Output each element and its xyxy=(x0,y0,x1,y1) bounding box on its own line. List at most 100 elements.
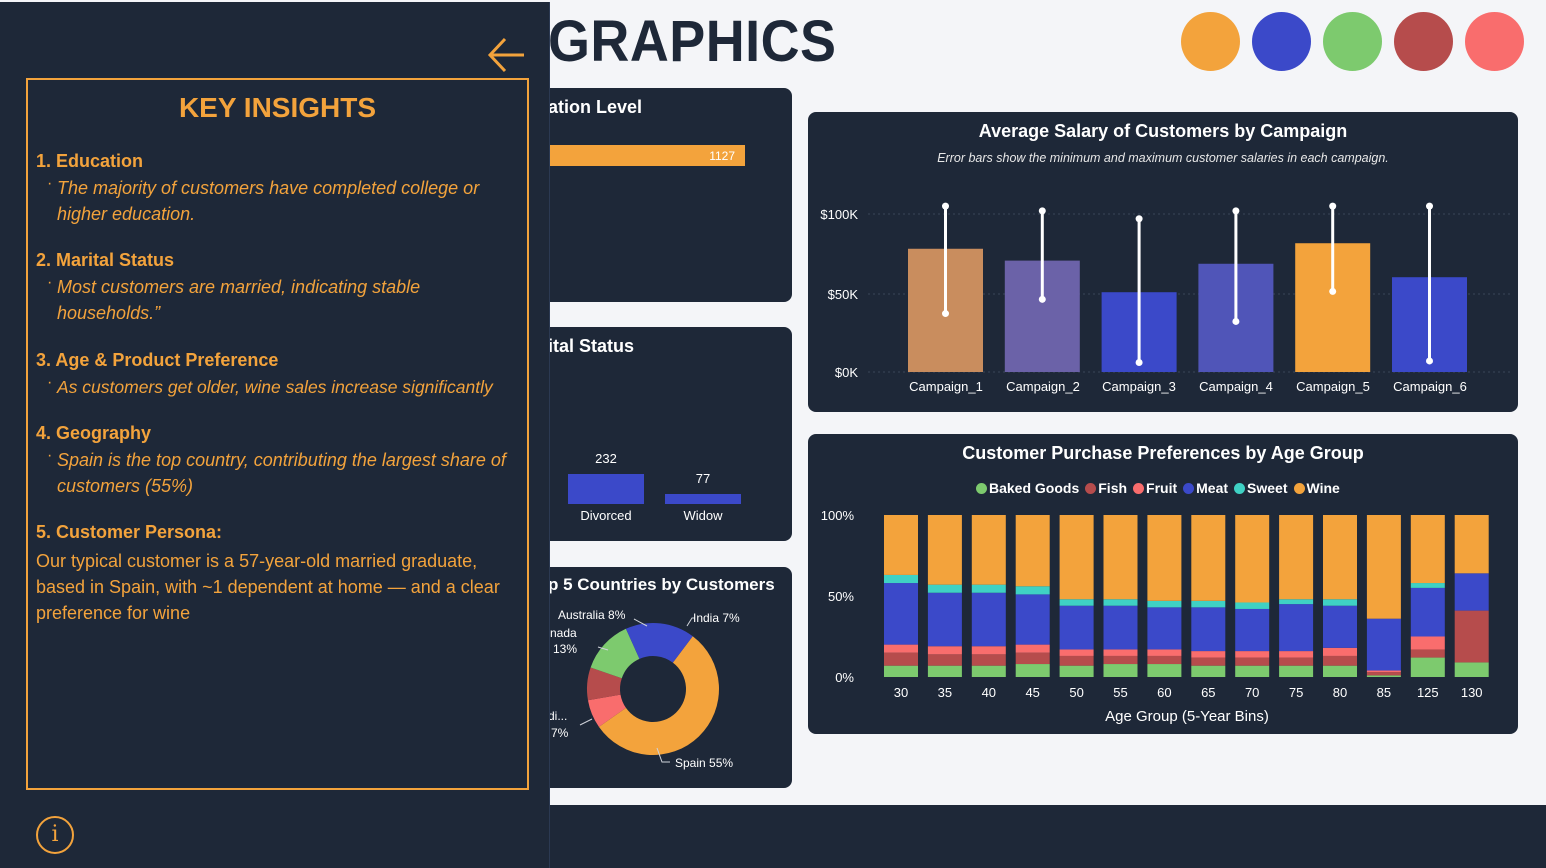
salary-error-min xyxy=(942,310,949,318)
purchase-xtick-label: 35 xyxy=(938,685,952,700)
purchase-bar-segment[interactable] xyxy=(1279,657,1314,666)
purchase-bar-segment[interactable] xyxy=(971,592,1006,647)
purchase-bar-segment[interactable] xyxy=(1235,515,1270,603)
purchase-bar-segment[interactable] xyxy=(1410,515,1445,584)
purchase-bar-segment[interactable] xyxy=(1454,662,1489,677)
purchase-bar-segment[interactable] xyxy=(1191,607,1226,652)
purchase-bar-segment[interactable] xyxy=(1059,655,1094,666)
purchase-bar-segment[interactable] xyxy=(1191,651,1226,658)
purchase-bar-segment[interactable] xyxy=(1323,655,1357,666)
purchase-bar-segment[interactable] xyxy=(1103,605,1138,650)
purchase-bar-segment[interactable] xyxy=(927,515,962,585)
purchase-bar-segment[interactable] xyxy=(971,654,1006,666)
theme-color-blue[interactable] xyxy=(1252,12,1311,71)
purchase-bar-segment[interactable] xyxy=(1103,649,1138,656)
purchase-bar-segment[interactable] xyxy=(971,665,1006,677)
purchase-bar-segment[interactable] xyxy=(884,644,918,653)
purchase-bar-segment[interactable] xyxy=(1323,605,1357,648)
theme-color-red[interactable] xyxy=(1465,12,1524,71)
back-arrow-button[interactable] xyxy=(486,35,528,75)
purchase-bar-segment[interactable] xyxy=(1410,587,1445,637)
purchase-bar-segment[interactable] xyxy=(1191,665,1226,677)
purchase-bar-segment[interactable] xyxy=(1191,657,1226,666)
purchase-bar-segment[interactable] xyxy=(1059,649,1094,656)
purchase-bar-segment[interactable] xyxy=(1410,583,1445,588)
purchase-bar-segment[interactable] xyxy=(884,574,918,584)
salary-error-max xyxy=(1038,207,1046,215)
purchase-bar-segment[interactable] xyxy=(1059,665,1094,677)
purchase-bar-segment[interactable] xyxy=(1410,636,1445,650)
theme-color-green[interactable] xyxy=(1323,12,1382,71)
purchase-bar-segment[interactable] xyxy=(1191,600,1226,608)
marital-bar-divorced[interactable] xyxy=(568,474,644,504)
purchase-bar-segment[interactable] xyxy=(1366,675,1401,677)
purchase-bar-segment[interactable] xyxy=(1235,657,1270,666)
purchase-bar-segment[interactable] xyxy=(1454,573,1489,611)
purchase-bar-segment[interactable] xyxy=(1103,664,1138,677)
purchase-bar-segment[interactable] xyxy=(927,584,962,593)
purchase-bar-segment[interactable] xyxy=(1279,651,1314,658)
salary-ytick-100k: $100K xyxy=(820,207,858,222)
purchase-bar-segment[interactable] xyxy=(1147,655,1182,665)
purchase-bar-segment[interactable] xyxy=(1103,655,1138,665)
purchase-xtick-label: 75 xyxy=(1289,685,1303,700)
purchase-bar-segment[interactable] xyxy=(1366,670,1401,673)
purchase-bar-segment[interactable] xyxy=(1454,610,1489,663)
salary-xtick-label: Campaign_6 xyxy=(1393,379,1467,394)
purchase-bar-segment[interactable] xyxy=(927,592,962,647)
purchase-bar-segment[interactable] xyxy=(1366,672,1401,676)
purchase-bar-segment[interactable] xyxy=(1147,664,1182,677)
purchase-bar-segment[interactable] xyxy=(971,584,1006,593)
purchase-bar-segment[interactable] xyxy=(1103,599,1138,606)
purchase-bar-segment[interactable] xyxy=(1015,644,1050,653)
purchase-bar-segment[interactable] xyxy=(1059,515,1094,600)
theme-color-orange[interactable] xyxy=(1181,12,1240,71)
purchase-bar-segment[interactable] xyxy=(1235,651,1270,658)
purchase-bar-segment[interactable] xyxy=(1323,515,1357,600)
purchase-bar-segment[interactable] xyxy=(1059,599,1094,606)
purchase-xtick-label: 70 xyxy=(1245,685,1259,700)
purchase-bar-segment[interactable] xyxy=(1015,664,1050,677)
purchase-bar-segment[interactable] xyxy=(1235,602,1270,609)
purchase-bar-segment[interactable] xyxy=(1323,665,1357,677)
purchase-bar-segment[interactable] xyxy=(884,583,918,645)
marital-bar-widow[interactable] xyxy=(665,494,741,504)
purchase-bar-segment[interactable] xyxy=(1279,599,1314,605)
purchase-bar-segment[interactable] xyxy=(1103,515,1138,600)
purchase-bar-segment[interactable] xyxy=(1410,657,1445,677)
purchase-bar-segment[interactable] xyxy=(1279,515,1314,600)
purchase-bar-segment[interactable] xyxy=(1366,515,1401,619)
purchase-bar-segment[interactable] xyxy=(927,665,962,677)
purchase-bar-segment[interactable] xyxy=(927,646,962,655)
purchase-bar-segment[interactable] xyxy=(1279,665,1314,677)
purchase-bar-segment[interactable] xyxy=(1454,515,1489,574)
purchase-bar-segment[interactable] xyxy=(1147,649,1182,656)
purchase-bar-segment[interactable] xyxy=(927,654,962,666)
salary-error-max xyxy=(1232,207,1240,215)
purchase-bar-segment[interactable] xyxy=(884,665,918,677)
salary-error-min xyxy=(1426,357,1433,365)
purchase-bar-segment[interactable] xyxy=(1147,600,1182,608)
purchase-bar-segment[interactable] xyxy=(1015,586,1050,595)
purchase-bar-segment[interactable] xyxy=(1147,607,1182,650)
purchase-bar-segment[interactable] xyxy=(1235,608,1270,652)
marital-value-divorced: 232 xyxy=(595,451,617,466)
purchase-bar-segment[interactable] xyxy=(1015,594,1050,645)
purchase-bar-segment[interactable] xyxy=(1191,515,1226,601)
purchase-bar-segment[interactable] xyxy=(1279,604,1314,652)
purchase-bar-segment[interactable] xyxy=(1147,515,1182,601)
purchase-bar-segment[interactable] xyxy=(1410,649,1445,658)
purchase-bar-segment[interactable] xyxy=(884,515,918,575)
purchase-bar-segment[interactable] xyxy=(884,652,918,666)
purchase-bar-segment[interactable] xyxy=(1015,515,1050,587)
purchase-bar-segment[interactable] xyxy=(1323,599,1357,606)
purchase-bar-segment[interactable] xyxy=(1366,618,1401,671)
purchase-bar-segment[interactable] xyxy=(1059,605,1094,650)
purchase-bar-segment[interactable] xyxy=(1323,647,1357,656)
info-icon[interactable]: i xyxy=(36,816,74,854)
purchase-bar-segment[interactable] xyxy=(971,515,1006,585)
purchase-bar-segment[interactable] xyxy=(971,646,1006,655)
purchase-bar-segment[interactable] xyxy=(1235,665,1270,677)
theme-color-brown[interactable] xyxy=(1394,12,1453,71)
purchase-bar-segment[interactable] xyxy=(1015,652,1050,665)
